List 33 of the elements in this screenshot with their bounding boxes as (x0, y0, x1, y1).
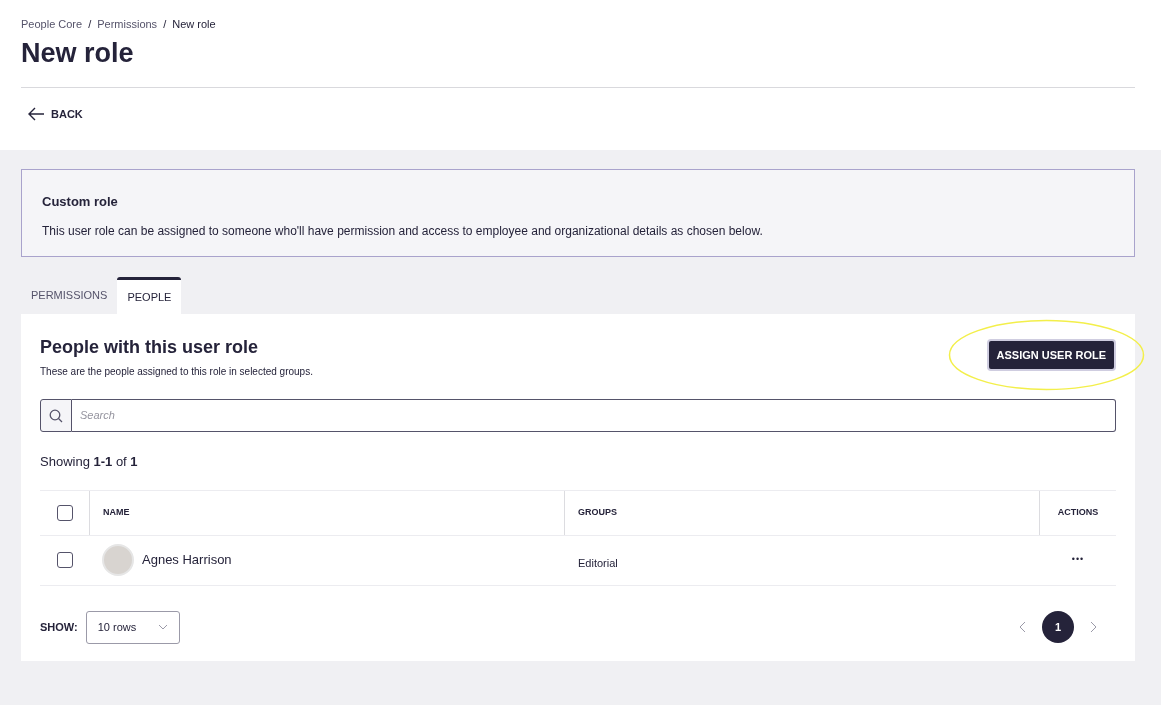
chevron-right-icon (1090, 621, 1097, 633)
card-text: This user role can be assigned to someone who'll have permission and access to employee and organizational details as chosen below. (42, 222, 764, 240)
group-name: Editorial (578, 556, 618, 569)
search-field[interactable]: Search (72, 399, 1116, 432)
person-name: Agnes Harrison (142, 551, 232, 570)
column-header: GROUPS (578, 505, 617, 519)
more-actions-button[interactable]: ••• (1067, 553, 1089, 567)
panel-subtitle: These are the people assigned to this role in selected groups. (40, 365, 313, 379)
column-header: NAME (103, 505, 130, 519)
chevron-left-icon (1019, 621, 1026, 633)
assign-user-role-button[interactable]: ASSIGN USER ROLE (986, 339, 1116, 371)
rows-per-page-dropdown[interactable]: 10 rows (85, 610, 180, 644)
checkbox[interactable] (56, 504, 73, 521)
breadcrumb-separator: / (88, 17, 92, 32)
search-button[interactable] (40, 399, 72, 432)
show-label: SHOW: (40, 619, 78, 635)
panel-title: People with this user role (40, 336, 260, 359)
breadcrumb-separator: / (163, 17, 167, 32)
checkbox[interactable] (57, 552, 73, 568)
card-title: Custom role (42, 193, 119, 211)
avatar-photo-placeholder (102, 544, 134, 576)
breadcrumb-link[interactable]: People Core (21, 16, 83, 33)
breadcrumb-link[interactable]: Permissions (97, 16, 158, 33)
arrow-left-icon (28, 106, 45, 121)
back-button[interactable]: BACK (28, 105, 83, 122)
tab[interactable]: PERMISSIONS (21, 277, 118, 314)
search-icon (49, 408, 63, 423)
page-title: New role (21, 36, 135, 70)
results-count: Showing 1-1 of 1 (40, 453, 139, 471)
column-header: ACTIONS (1057, 505, 1099, 519)
page-button[interactable]: 1 (1042, 611, 1074, 643)
chevron-down-icon (157, 624, 168, 630)
tab[interactable]: PEOPLE (117, 277, 182, 314)
